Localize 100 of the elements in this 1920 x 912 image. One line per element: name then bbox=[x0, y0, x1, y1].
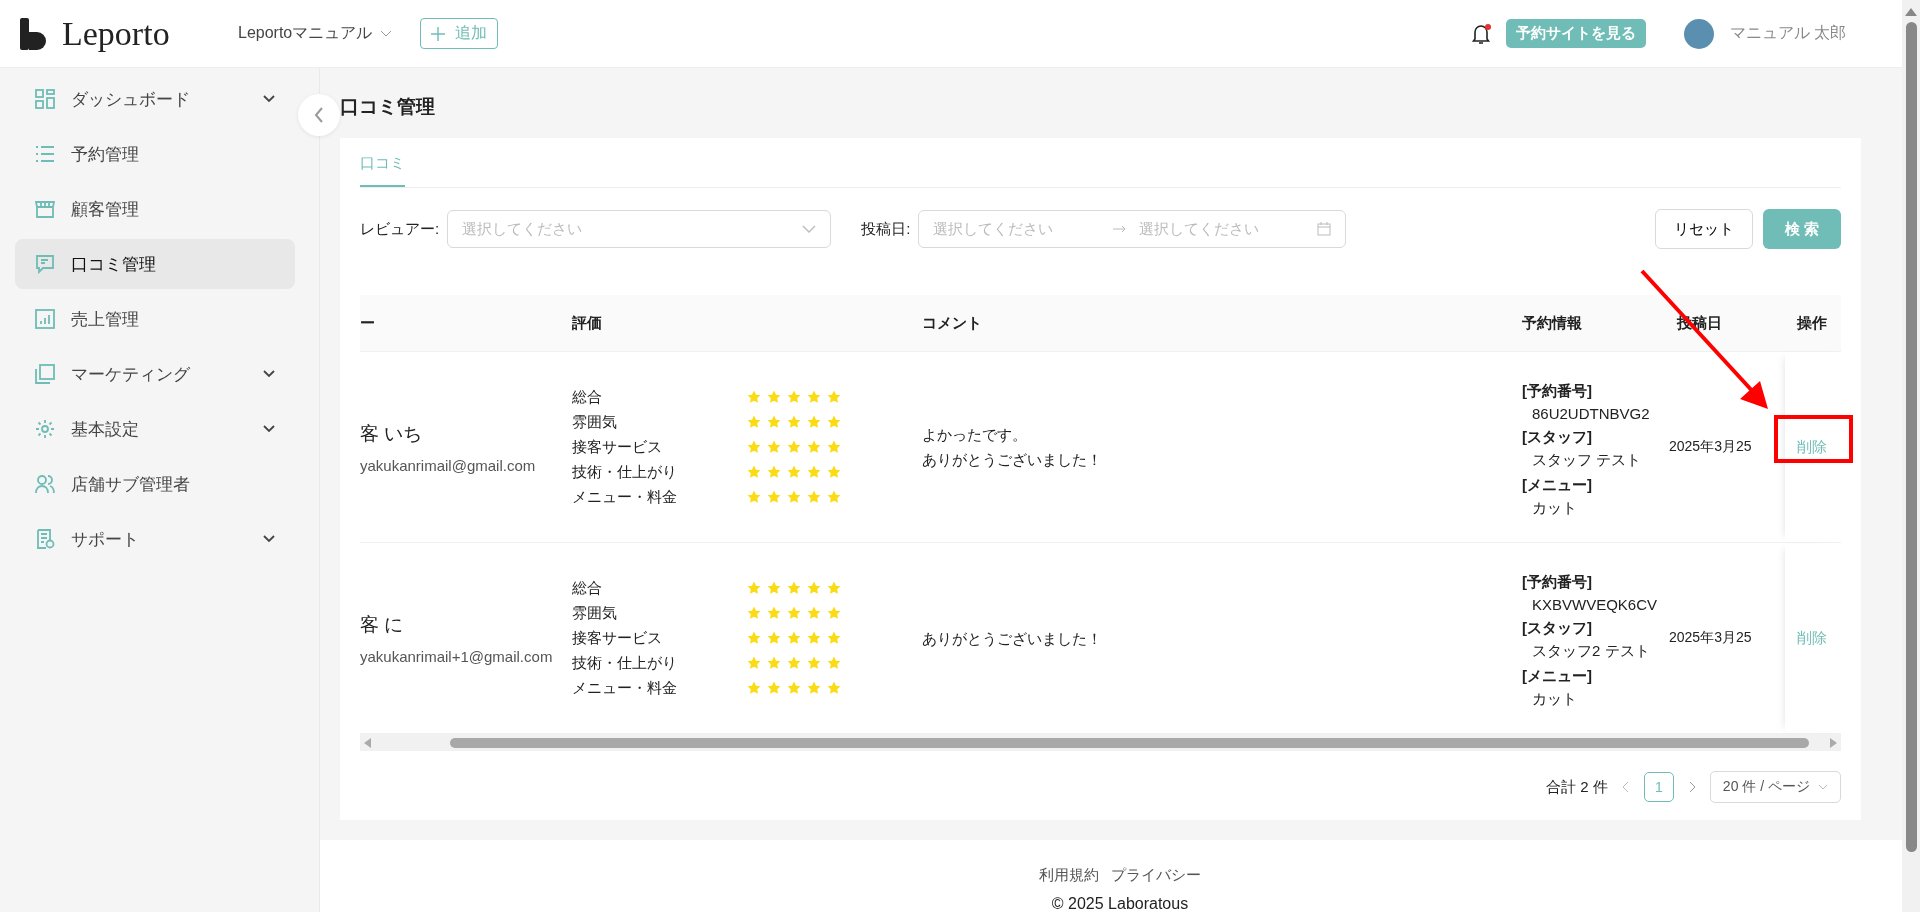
star-icon bbox=[767, 465, 781, 479]
star-icon bbox=[827, 440, 841, 454]
next-page-icon[interactable] bbox=[1687, 781, 1696, 793]
rating-label: 接客サービス bbox=[572, 628, 663, 648]
rating-label: 雰囲気 bbox=[572, 603, 618, 623]
scroll-up-icon[interactable] bbox=[1905, 8, 1917, 16]
rating-label: 総合 bbox=[572, 387, 603, 407]
scroll-right-icon[interactable] bbox=[1829, 737, 1837, 748]
star-icon bbox=[807, 681, 821, 695]
sidebar-item[interactable]: 基本設定 bbox=[15, 404, 295, 454]
chevron-left-icon bbox=[314, 107, 324, 123]
star-icon bbox=[787, 656, 801, 670]
star-icon bbox=[787, 390, 801, 404]
star-icon bbox=[827, 656, 841, 670]
star-icon bbox=[747, 656, 761, 670]
comment-text: ありがとうございました！ bbox=[922, 628, 1103, 649]
chevron-down-icon bbox=[1818, 784, 1828, 790]
star-icon bbox=[767, 631, 781, 645]
copyright-text: © 2025 Laboratous bbox=[1051, 895, 1189, 912]
page-title: 口コミ管理 bbox=[340, 95, 436, 119]
star-icon bbox=[767, 581, 781, 595]
rating-label: 接客サービス bbox=[572, 437, 663, 457]
rating-label: 技術・仕上がり bbox=[572, 462, 678, 482]
star-icon bbox=[787, 415, 801, 429]
star-icon bbox=[767, 490, 781, 504]
sidebar-item[interactable]: 口コミ管理 bbox=[15, 239, 295, 289]
reservation-label: [スタッフ] bbox=[1522, 428, 1593, 447]
star-icon bbox=[807, 415, 821, 429]
previous-page-icon[interactable] bbox=[1621, 781, 1630, 793]
star-icon bbox=[787, 440, 801, 454]
menu-item-icon bbox=[35, 309, 55, 329]
calendar-icon bbox=[1317, 222, 1332, 236]
customer-name: 客 いち bbox=[360, 421, 424, 446]
star-icon bbox=[747, 681, 761, 695]
star-icon bbox=[767, 440, 781, 454]
star-icon bbox=[787, 465, 801, 479]
post-date: 2025年3月25 bbox=[1669, 438, 1753, 456]
reservation-value: カット bbox=[1532, 499, 1578, 518]
menu-item-icon bbox=[35, 474, 55, 494]
horizontal-scrollbar[interactable] bbox=[360, 734, 1841, 751]
star-icon bbox=[747, 606, 761, 620]
collapse-sidebar-button[interactable] bbox=[298, 94, 340, 136]
reservation-value: スタッフ2 テスト bbox=[1532, 642, 1651, 661]
reviewer-label: レビュアー: bbox=[360, 219, 440, 239]
star-icon bbox=[747, 631, 761, 645]
logo-text: Leporto bbox=[62, 14, 170, 53]
sidebar-item[interactable]: 売上管理 bbox=[15, 294, 295, 344]
star-icon bbox=[787, 581, 801, 595]
notification-bell-icon[interactable] bbox=[1469, 22, 1492, 45]
arrow-right-icon bbox=[1113, 225, 1128, 233]
star-icon bbox=[787, 606, 801, 620]
total-count: 合計 2 件 bbox=[1546, 777, 1608, 797]
star-icon bbox=[827, 606, 841, 620]
sidebar-item[interactable]: 予約管理 bbox=[15, 129, 295, 179]
star-icon bbox=[767, 606, 781, 620]
reservation-label: [予約番号] bbox=[1522, 382, 1593, 401]
sidebar-item[interactable]: サポート bbox=[15, 514, 295, 564]
column-header: 評価 bbox=[571, 313, 603, 333]
star-icon bbox=[747, 465, 761, 479]
reset-button[interactable]: リセット bbox=[1654, 209, 1753, 249]
reservation-value: 86U2UDTNBVG2 bbox=[1532, 405, 1651, 422]
footer-link[interactable]: 利用規約 bbox=[1039, 866, 1099, 885]
sidebar-item[interactable]: ダッシュボード bbox=[15, 74, 295, 124]
menu-item-icon bbox=[35, 419, 55, 439]
star-icon bbox=[807, 390, 821, 404]
star-icon bbox=[767, 681, 781, 695]
star-icon bbox=[827, 415, 841, 429]
star-icon bbox=[767, 415, 781, 429]
star-icon bbox=[807, 440, 821, 454]
chevron-down-icon bbox=[380, 29, 393, 38]
sidebar-item[interactable]: マーケティング bbox=[15, 349, 295, 399]
reservation-label: [予約番号] bbox=[1522, 573, 1593, 592]
scroll-left-icon[interactable] bbox=[364, 737, 372, 748]
vertical-scrollbar[interactable] bbox=[1902, 0, 1920, 912]
star-icon bbox=[807, 581, 821, 595]
star-icon bbox=[827, 490, 841, 504]
star-icon bbox=[827, 390, 841, 404]
column-header: 操作 bbox=[1796, 313, 1828, 333]
page-size-select[interactable]: 20 件 / ページ bbox=[1709, 771, 1841, 803]
menu-item-icon bbox=[35, 144, 55, 164]
plus-icon bbox=[431, 26, 446, 41]
footer-link[interactable]: プライバシー bbox=[1111, 866, 1201, 885]
post-date: 2025年3月25 bbox=[1669, 629, 1753, 647]
rating-label: 技術・仕上がり bbox=[572, 653, 678, 673]
user-name[interactable]: マニュアル 太郎 bbox=[1729, 23, 1846, 44]
store-select[interactable]: Leportoマニュアル bbox=[238, 23, 393, 44]
chevron-down-icon bbox=[802, 224, 817, 234]
star-icon bbox=[827, 681, 841, 695]
menu-item-icon bbox=[35, 89, 55, 109]
star-icon bbox=[827, 465, 841, 479]
star-icon bbox=[787, 681, 801, 695]
star-icon bbox=[827, 581, 841, 595]
column-header: コメント bbox=[921, 313, 983, 333]
customer-email: yakukanrimail@gmail.com bbox=[360, 456, 537, 474]
star-icon bbox=[827, 631, 841, 645]
sidebar-item[interactable]: 顧客管理 bbox=[15, 184, 295, 234]
star-icon bbox=[807, 490, 821, 504]
avatar-photo-placeholder bbox=[1683, 18, 1714, 49]
sidebar-item[interactable]: 店舗サブ管理者 bbox=[15, 459, 295, 509]
star-icon bbox=[787, 631, 801, 645]
